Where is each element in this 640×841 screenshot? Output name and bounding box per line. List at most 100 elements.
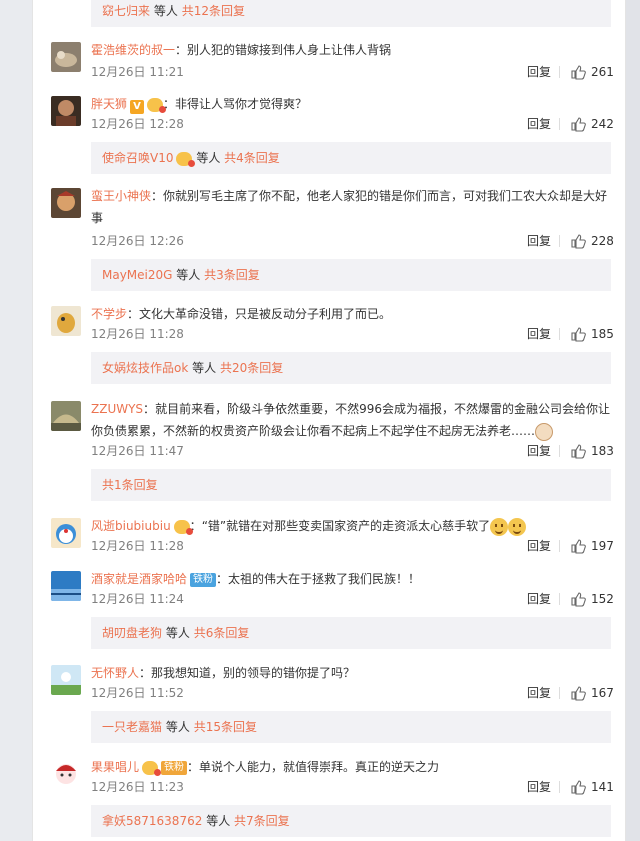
comment-time: 12月26日 12:28	[91, 117, 184, 131]
like-icon[interactable]	[570, 538, 586, 554]
comment-user[interactable]: 酒家就是酒家哈哈	[91, 572, 187, 586]
cat-emoji-icon	[535, 422, 554, 441]
sub-reply-count[interactable]: 共12条回复	[182, 4, 245, 18]
sub-reply-bar[interactable]: 共1条回复	[91, 469, 611, 501]
divider	[559, 781, 560, 793]
comment-meta: 12月26日 11:23 回复 141	[91, 778, 614, 796]
like-count: 167	[591, 686, 614, 700]
comment-text: 胖天狮 V ：非得让人骂你才觉得爽？	[91, 93, 611, 116]
comment-user[interactable]: 不学步	[91, 307, 127, 321]
sub-reply-user[interactable]: 胡叨盘老狗	[102, 626, 162, 640]
like-count: 261	[591, 65, 614, 79]
avatar[interactable]	[51, 518, 81, 548]
reply-button[interactable]: 回复	[527, 442, 551, 460]
comment-user[interactable]: 无怀野人	[91, 666, 139, 680]
like-count: 185	[591, 327, 614, 341]
reply-button[interactable]: 回复	[527, 684, 551, 702]
divider	[559, 235, 560, 247]
divider	[559, 687, 560, 699]
comment-item: 蛮王小神侠：你就别写毛主席了你不配，他老人家犯的错是你们而言，可对我们工农大众却…	[32, 188, 626, 250]
comment-user[interactable]: 果果唱儿	[91, 760, 139, 774]
comment-user[interactable]: 胖天狮	[91, 97, 127, 111]
sub-reply-user[interactable]: 使命召唤V10	[102, 151, 173, 165]
level-badge	[142, 757, 162, 779]
sub-reply-user[interactable]: 一只老嘉猫	[102, 720, 162, 734]
sub-reply-bar[interactable]: 使命召唤V10 等人 共4条回复	[91, 142, 611, 174]
fan-badge-label: 铁粉	[161, 761, 188, 775]
like-icon[interactable]	[570, 233, 586, 249]
sub-reply-count[interactable]: 共7条回复	[234, 814, 290, 828]
like-icon[interactable]	[570, 685, 586, 701]
comment-body: 太祖的伟大在于拯救了我们民族！！	[228, 572, 421, 586]
fan-badge: 铁粉	[161, 757, 188, 779]
avatar[interactable]	[51, 665, 81, 695]
comment-item: 风逝biubiubiu ：“错”就错在对那些变卖国家资产的走资派太心慈手软了 12…	[32, 515, 626, 558]
sub-reply-count[interactable]: 共3条回复	[204, 268, 260, 282]
sub-reply-bar[interactable]: 窈七归来 等人 共12条回复	[91, 0, 611, 27]
comment-text: 风逝biubiubiu ：“错”就错在对那些变卖国家资产的走资派太心慈手软了	[91, 515, 611, 538]
sub-reply-user[interactable]: 窈七归来	[102, 4, 150, 18]
avatar[interactable]	[51, 42, 81, 72]
level-badge	[147, 94, 167, 116]
sub-reply-count[interactable]: 共20条回复	[220, 361, 283, 375]
comment-user[interactable]: 风逝biubiubiu	[91, 519, 171, 533]
like-icon[interactable]	[570, 326, 586, 342]
reply-button[interactable]: 回复	[527, 590, 551, 608]
sub-reply-bar[interactable]: 女娲炫技作品ok 等人 共20条回复	[91, 352, 611, 384]
reply-button[interactable]: 回复	[527, 115, 551, 133]
comment-meta: 12月26日 11:28 回复 185	[91, 325, 614, 343]
comment-user[interactable]: ZZUWYS	[91, 402, 143, 416]
like-count: 242	[591, 117, 614, 131]
like-icon[interactable]	[570, 591, 586, 607]
avatar[interactable]	[51, 401, 81, 431]
comment-text: 无怀野人：那我想知道，别的领导的错你提了吗？	[91, 666, 356, 680]
avatar[interactable]	[51, 96, 81, 126]
comment-time: 12月26日 11:21	[91, 65, 184, 79]
reply-button[interactable]: 回复	[527, 232, 551, 250]
sub-reply-bar[interactable]: MayMei20G 等人 共3条回复	[91, 259, 611, 291]
sub-reply-bar[interactable]: 胡叨盘老狗 等人 共6条回复	[91, 617, 611, 649]
avatar[interactable]	[51, 306, 81, 336]
comment-user[interactable]: 蛮王小神侠	[91, 189, 151, 203]
reply-button[interactable]: 回复	[527, 537, 551, 555]
divider	[559, 66, 560, 78]
comment-time: 12月26日 11:47	[91, 444, 184, 458]
avatar[interactable]	[51, 571, 81, 601]
reply-button[interactable]: 回复	[527, 325, 551, 343]
fan-badge-label: 铁粉	[190, 573, 217, 587]
comment-body: 别人犯的错嫁接到伟人身上让伟人背锅	[187, 43, 392, 57]
sub-reply-count[interactable]: 共6条回复	[194, 626, 250, 640]
divider	[559, 593, 560, 605]
like-icon[interactable]	[570, 443, 586, 459]
sub-reply-user[interactable]: 女娲炫技作品ok	[102, 361, 188, 375]
sub-reply-bar[interactable]: 拿妖5871638762 等人 共7条回复	[91, 805, 611, 837]
like-icon[interactable]	[570, 64, 586, 80]
sub-reply-count[interactable]: 共1条回复	[102, 478, 158, 492]
scrollbar-track[interactable]	[626, 0, 640, 841]
sub-reply-user[interactable]: 拿妖5871638762	[102, 814, 202, 828]
level-icon	[142, 761, 162, 776]
comment-user[interactable]: 霍浩维茨的叔一	[91, 43, 175, 57]
comment-item: 霍浩维茨的叔一：别人犯的错嫁接到伟人身上让伟人背锅 12月26日 11:21 回…	[32, 42, 626, 82]
sub-reply-bar[interactable]: 一只老嘉猫 等人 共15条回复	[91, 711, 611, 743]
like-icon[interactable]	[570, 116, 586, 132]
sub-reply-count[interactable]: 共4条回复	[224, 151, 280, 165]
reply-button[interactable]: 回复	[527, 63, 551, 81]
reply-button[interactable]: 回复	[527, 778, 551, 796]
comment-text: 霍浩维茨的叔一：别人犯的错嫁接到伟人身上让伟人背锅	[91, 43, 392, 57]
comment-text: 蛮王小神侠：你就别写毛主席了你不配，他老人家犯的错是你们而言，可对我们工农大众却…	[91, 189, 608, 225]
comment-meta: 12月26日 12:28 回复 242	[91, 115, 614, 133]
comment-text: 酒家就是酒家哈哈 铁粉 ：太祖的伟大在于拯救了我们民族！！	[91, 568, 611, 591]
comment-time: 12月26日 11:28	[91, 539, 184, 553]
like-count: 197	[591, 539, 614, 553]
divider	[559, 328, 560, 340]
emoji-icon	[490, 517, 509, 536]
like-icon[interactable]	[570, 779, 586, 795]
comment-meta: 12月26日 11:52 回复 167	[91, 684, 614, 702]
avatar[interactable]	[51, 188, 81, 218]
sub-reply-count[interactable]: 共15条回复	[194, 720, 257, 734]
sub-reply-suffix: 等人	[206, 814, 231, 828]
avatar[interactable]	[51, 759, 81, 789]
divider	[559, 540, 560, 552]
sub-reply-user[interactable]: MayMei20G	[102, 268, 172, 282]
